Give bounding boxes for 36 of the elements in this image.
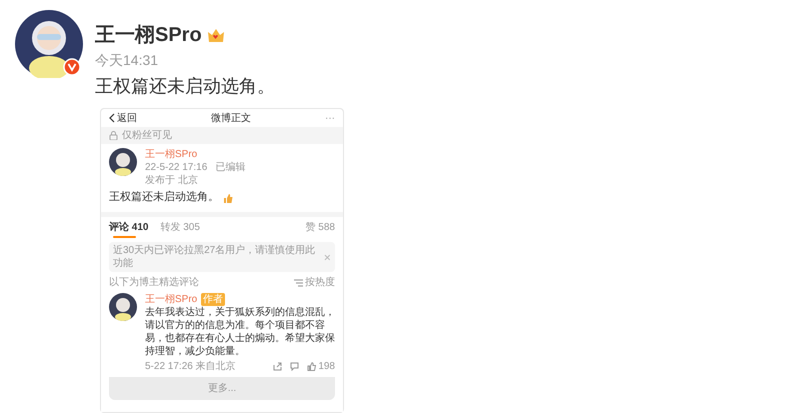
likes-count[interactable]: 赞 588 [306,221,335,238]
edited-label: 已编辑 [215,161,246,174]
like-count: 198 [318,360,335,373]
visibility-label: 仅粉丝可见 [122,129,172,142]
back-icon[interactable] [109,113,115,123]
thumbs-up-icon [223,192,233,202]
more-button[interactable]: 更多... [109,377,335,400]
post-time: 今天14:31 [95,51,160,70]
lock-icon [109,131,118,140]
post-time: 22-5-22 17:16 [145,161,208,174]
like-icon[interactable] [307,362,316,371]
avatar [109,148,137,176]
sort-icon[interactable] [294,278,303,286]
post-text: 王权篇还未启动选角。 [95,75,275,98]
nav-title: 微博正文 [211,112,251,124]
comments-tab[interactable]: 评论 410 [109,221,148,238]
comment-meta: 5-22 17:26 来自北京 [145,360,236,373]
comment-text: 去年我表达过，关于狐妖系列的信息混乱，请以官方的的信息为准。每个项目都不容易，也都存在有心人士的煽动。希望大家保持理智，减少负能量。 [145,306,335,358]
author-name[interactable]: 王一栩SPro [145,293,198,306]
post-text: 王权篇还未启动选角。 [109,191,219,204]
notice-text: 近30天内已评论拉黑27名用户，请谨慎使用此功能 [113,244,316,270]
author-name[interactable]: 王一栩SPro [145,148,246,161]
more-menu[interactable]: ··· [325,112,335,124]
avatar [109,293,137,321]
author-name[interactable]: 王一栩SPro [95,22,202,48]
post-location: 发布于 北京 [145,174,199,187]
share-icon[interactable] [273,362,282,371]
section-label: 以下为博主精选评论 [109,276,199,289]
comment-icon[interactable] [290,362,300,371]
sort-option[interactable]: 按热度 [305,276,335,289]
verified-badge-icon [63,58,81,76]
back-link[interactable]: 返回 [117,112,137,124]
avatar [15,10,83,78]
comments-tab[interactable]: 转发 305 [160,221,200,238]
close-icon[interactable] [324,254,331,260]
author-badge: 作者 [201,293,226,306]
